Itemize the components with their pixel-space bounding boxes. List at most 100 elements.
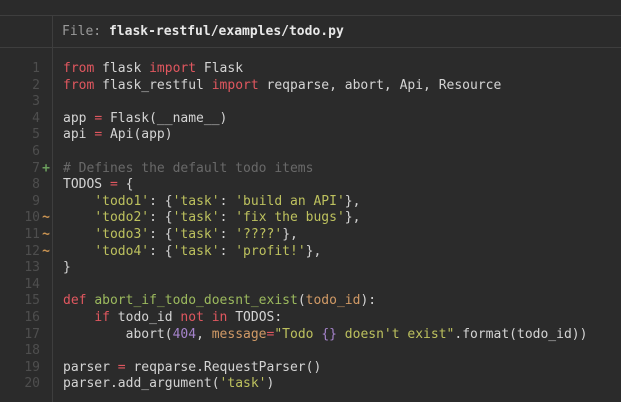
code-token: Flask <box>196 61 243 76</box>
code-token <box>63 194 94 209</box>
line-number: 9 <box>0 194 40 211</box>
line-number: 17 <box>0 327 40 344</box>
diff-modified-marker: ~ <box>40 244 52 261</box>
code-token: 'task' <box>220 376 267 391</box>
code-token: }, <box>282 227 298 242</box>
code-token: # Defines the default todo items <box>63 161 313 176</box>
line-number: 16 <box>0 310 40 327</box>
code-line: 6 <box>0 144 621 161</box>
code-token: : { <box>149 244 172 259</box>
code-line: 12~ 'todo4': {'task': 'profit!'}, <box>0 244 621 261</box>
code-token: 'task' <box>173 227 220 242</box>
code-text <box>52 343 63 360</box>
code-token: 'task' <box>173 244 220 259</box>
gutter-divider <box>52 16 53 402</box>
code-line: 7+# Defines the default todo items <box>0 161 621 178</box>
code-text: api = Api(app) <box>52 127 173 144</box>
diff-marker <box>40 293 52 310</box>
code-token <box>63 244 94 259</box>
diff-marker <box>40 310 52 327</box>
code-text: app = Flask(__name__) <box>52 111 227 128</box>
code-token: 'task' <box>173 194 220 209</box>
code-token: 'todo2' <box>94 210 149 225</box>
line-number: 10 <box>0 210 40 227</box>
code-text <box>52 94 63 111</box>
code-token: parser <box>63 360 118 375</box>
code-token: 'todo4' <box>94 244 149 259</box>
code-token: = <box>110 177 118 192</box>
code-line: 11~ 'todo3': {'task': '????'}, <box>0 227 621 244</box>
code-line: 10~ 'todo2': {'task': 'fix the bugs'}, <box>0 210 621 227</box>
code-line: 3 <box>0 94 621 111</box>
diff-marker <box>40 127 52 144</box>
code-text: TODOS = { <box>52 177 133 194</box>
diff-modified-marker: ~ <box>40 210 52 227</box>
code-token: 'todo3' <box>94 227 149 242</box>
code-token: 'build an API' <box>235 194 345 209</box>
code-token: abort_if_todo_doesnt_exist <box>94 293 298 308</box>
code-text: 'todo2': {'task': 'fix the bugs'}, <box>52 210 360 227</box>
code-token: parser.add_argument( <box>63 376 220 391</box>
diff-marker <box>40 78 52 95</box>
code-line: 9 'todo1': {'task': 'build an API'}, <box>0 194 621 211</box>
code-token: Flask(__name__) <box>102 111 227 126</box>
diff-added-marker: + <box>40 161 52 178</box>
code-text: if todo_id not in TODOS: <box>52 310 282 327</box>
diff-marker <box>40 111 52 128</box>
diff-marker <box>40 343 52 360</box>
code-token <box>63 310 94 325</box>
code-text <box>52 277 63 294</box>
line-number: 15 <box>0 293 40 310</box>
code-token: = <box>118 360 126 375</box>
code-token: abort( <box>63 327 173 342</box>
diff-marker <box>40 194 52 211</box>
code-token: in <box>212 310 228 325</box>
line-number: 2 <box>0 78 40 95</box>
code-line: 15def abort_if_todo_doesnt_exist(todo_id… <box>0 293 621 310</box>
line-number: 11 <box>0 227 40 244</box>
code-token: def <box>63 293 86 308</box>
code-token: ( <box>298 293 306 308</box>
diff-marker <box>40 277 52 294</box>
code-token <box>204 310 212 325</box>
code-token: import <box>149 61 196 76</box>
code-line: 8TODOS = { <box>0 177 621 194</box>
code-line: 4app = Flask(__name__) <box>0 111 621 128</box>
code-token: Api(app) <box>102 127 172 142</box>
code-token: { <box>118 177 134 192</box>
code-token: } <box>63 260 71 275</box>
code-text: 'todo1': {'task': 'build an API'}, <box>52 194 360 211</box>
code-token: from <box>63 61 94 76</box>
code-line: 16 if todo_id not in TODOS: <box>0 310 621 327</box>
code-area: 1from flask import Flask2 from flask_rest… <box>0 48 621 393</box>
code-token: = <box>94 127 102 142</box>
file-label: File: <box>62 24 109 39</box>
code-line: 14 <box>0 277 621 294</box>
code-token: : { <box>149 227 172 242</box>
code-line: 18 <box>0 343 621 360</box>
line-number: 5 <box>0 127 40 144</box>
diff-marker <box>40 260 52 277</box>
line-number: 14 <box>0 277 40 294</box>
diff-modified-marker: ~ <box>40 227 52 244</box>
code-line: 1from flask import Flask <box>0 61 621 78</box>
code-token: '????' <box>235 227 282 242</box>
line-number: 13 <box>0 260 40 277</box>
code-token: from <box>63 78 94 93</box>
code-token: api <box>63 127 94 142</box>
code-line: 17 abort(404, message="Todo {} doesn't e… <box>0 327 621 344</box>
code-token: flask_restful <box>94 78 211 93</box>
code-token: ): <box>360 293 376 308</box>
code-token: ) <box>267 376 275 391</box>
code-viewer-window: File: flask-restful/examples/todo.py 1fr… <box>0 0 621 402</box>
code-token: message <box>212 327 267 342</box>
code-token: 'task' <box>173 210 220 225</box>
code-text: from flask import Flask <box>52 61 243 78</box>
code-line: 19parser = reqparse.RequestParser() <box>0 360 621 377</box>
code-token: : <box>220 210 236 225</box>
code-text <box>52 144 63 161</box>
diff-marker <box>40 177 52 194</box>
code-token: not <box>180 310 203 325</box>
diff-marker <box>40 61 52 78</box>
code-token: }, <box>306 244 322 259</box>
